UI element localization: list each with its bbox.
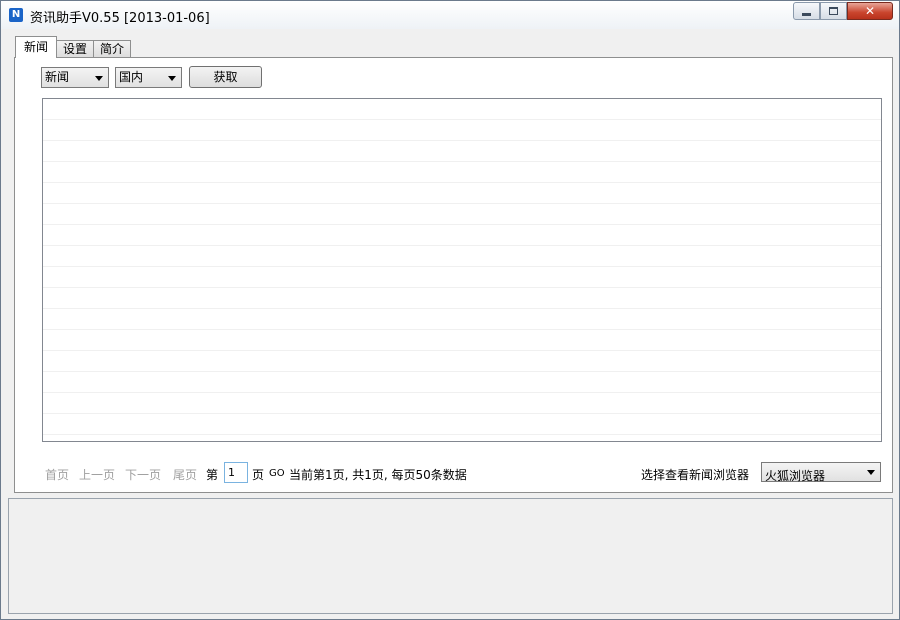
list-item[interactable] [43,414,881,435]
last-page-link[interactable]: 尾页 [173,466,197,483]
browser-select-value: 火狐浏览器 [765,469,826,483]
pager-bar: 首页 上一页 下一页 尾页 第 页 GO 当前第1页, 共1页, 每页50条数据… [15,462,892,486]
prev-page-link[interactable]: 上一页 [79,466,115,483]
page-number-input[interactable] [224,462,248,483]
first-page-link[interactable]: 首页 [45,466,69,483]
list-item[interactable] [43,204,881,225]
list-item[interactable] [43,372,881,393]
region-select[interactable]: 国内 [115,67,182,88]
go-button[interactable]: GO [269,468,285,479]
list-item[interactable] [43,183,881,204]
list-item[interactable] [43,99,881,120]
status-area [8,498,893,614]
news-list[interactable] [42,98,882,442]
next-page-link[interactable]: 下一页 [125,466,161,483]
fetch-button[interactable]: 获取 [189,66,262,88]
page-suffix-label: 页 [252,468,265,482]
list-item[interactable] [43,120,881,141]
minimize-button[interactable] [793,2,820,20]
tab-strip: 新闻 设置 简介 [15,36,132,58]
list-item[interactable] [43,141,881,162]
list-item[interactable] [43,246,881,267]
close-button[interactable]: ✕ [847,2,893,20]
title-bar[interactable]: N 资讯助手V0.55 [2013-01-06] ✕ [1,1,899,29]
tab-settings[interactable]: 设置 [56,40,95,58]
chevron-down-icon [168,76,176,81]
list-item[interactable] [43,393,881,414]
list-item[interactable] [43,309,881,330]
list-item[interactable] [43,162,881,183]
close-icon: ✕ [864,4,876,18]
tab-about[interactable]: 简介 [93,40,132,58]
list-item[interactable] [43,288,881,309]
news-tab-panel: 新闻 国内 获取 首页 上一页 下一页 尾页 第 页 GO 当前第1页, 共1页… [14,57,893,493]
page-info-text: 当前第1页, 共1页, 每页50条数据 [289,468,467,482]
category-select[interactable]: 新闻 [41,67,109,88]
tab-news[interactable]: 新闻 [15,36,58,58]
app-window: N 资讯助手V0.55 [2013-01-06] ✕ 新闻 设置 简介 新闻 国… [0,0,900,620]
browser-select[interactable]: 火狐浏览器 [761,462,881,483]
minimize-icon [802,12,811,16]
region-select-value: 国内 [119,70,144,84]
list-item[interactable] [43,267,881,288]
maximize-button[interactable] [820,2,847,20]
window-controls: ✕ [793,2,893,20]
list-item[interactable] [43,225,881,246]
category-select-value: 新闻 [45,70,70,84]
window-title: 资讯助手V0.55 [2013-01-06] [30,11,210,26]
browser-select-label: 选择查看新闻浏览器 [641,468,750,482]
chevron-down-icon [95,76,103,81]
list-item[interactable] [43,330,881,351]
page-prefix-label: 第 [206,468,219,482]
list-item[interactable] [43,351,881,372]
app-logo-icon: N [9,8,23,22]
chevron-down-icon [867,470,875,475]
maximize-icon [829,7,838,15]
